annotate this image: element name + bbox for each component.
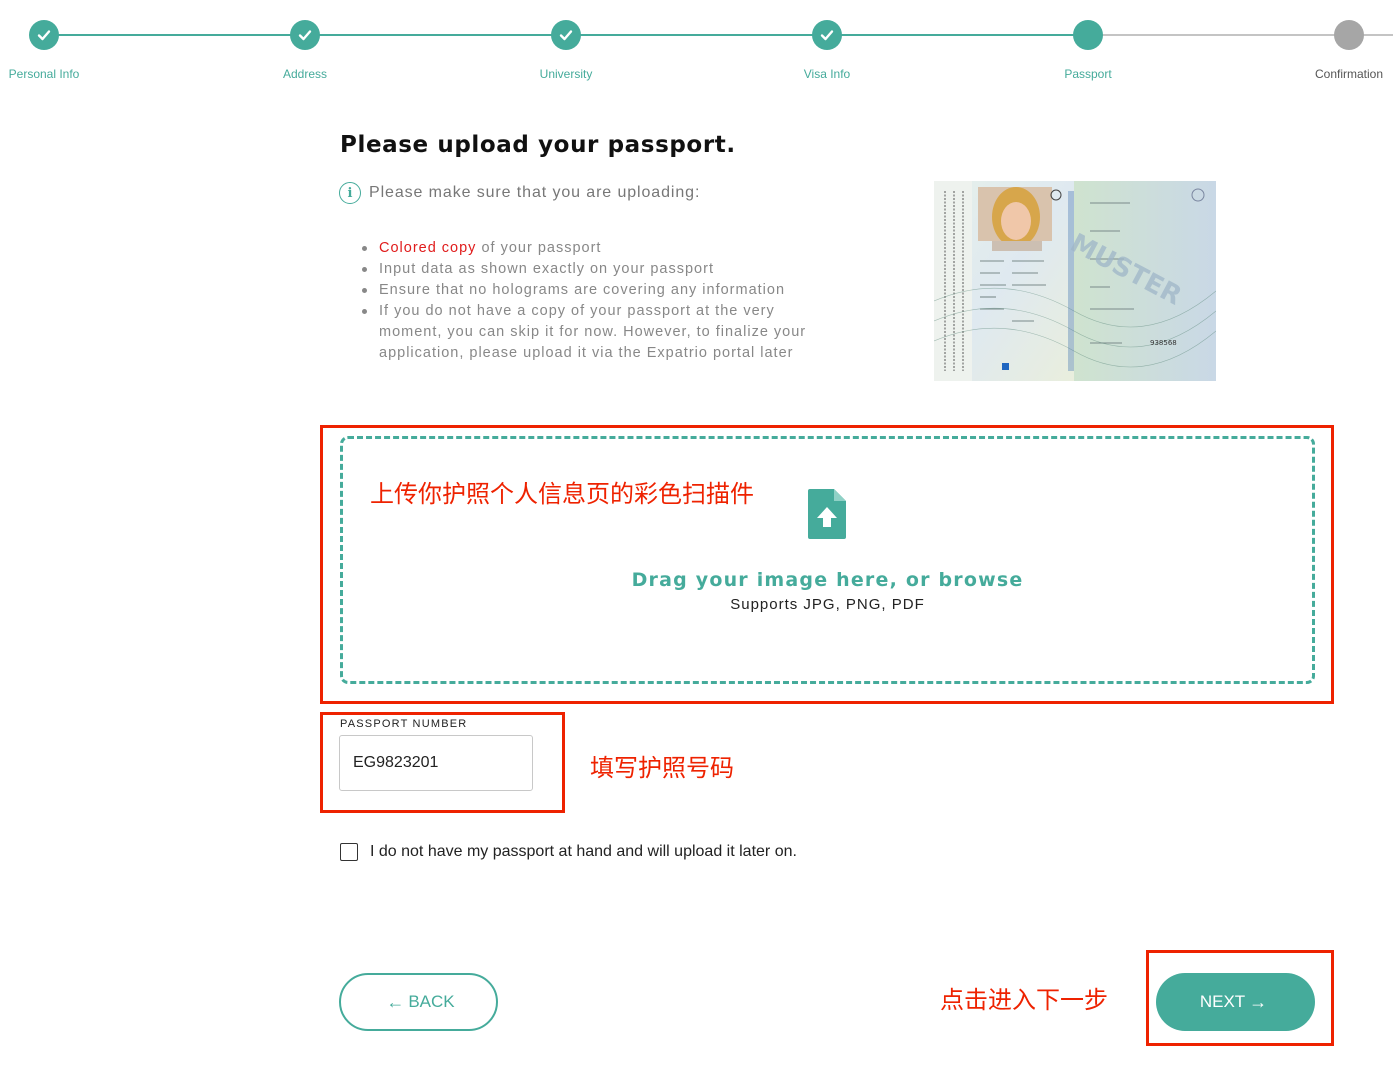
step-visa-info[interactable]: Visa Info (767, 20, 887, 81)
sample-number-text: 938568 (1150, 339, 1177, 347)
passport-later-checkbox[interactable] (340, 843, 358, 861)
instructions-list: Colored copy of your passport Input data… (359, 238, 829, 364)
instructions-intro: i Please make sure that you are uploadin… (339, 182, 700, 204)
step-university[interactable]: University (506, 20, 626, 81)
step-label: Passport (1064, 67, 1112, 81)
step-label: University (539, 67, 593, 81)
arrow-left-icon: ← (386, 991, 405, 1012)
instructions-text: Please make sure that you are uploading: (369, 184, 701, 201)
next-button-label: NEXT (1199, 992, 1246, 1011)
step-confirmation[interactable]: Confirmation (1289, 20, 1393, 81)
list-item-text: of your passport (476, 240, 602, 256)
upload-supported-formats: Supports JPG, PNG, PDF (730, 596, 925, 613)
check-icon (290, 20, 320, 50)
annotation-upload-note: 上传你护照个人信息页的彩色扫描件 (370, 480, 754, 508)
passport-sample-image: MUSTER 938568 (934, 181, 1216, 381)
next-button[interactable]: NEXT → (1156, 973, 1315, 1031)
current-step-indicator (1073, 20, 1103, 50)
list-item: Input data as shown exactly on your pass… (359, 259, 829, 280)
progress-stepper: Personal Info Address University Visa In… (0, 0, 1393, 100)
step-label: Confirmation (1314, 67, 1384, 81)
list-item: Colored copy of your passport (359, 238, 829, 259)
step-passport[interactable]: Passport (1028, 20, 1148, 81)
info-icon: i (339, 182, 361, 204)
list-item: Ensure that no holograms are covering an… (359, 280, 829, 301)
list-item-text: Ensure that no holograms are covering an… (379, 282, 786, 298)
step-label: Visa Info (803, 67, 851, 81)
page-title: Please upload your passport. (340, 132, 736, 158)
passport-number-input[interactable] (339, 735, 533, 791)
step-label: Address (282, 67, 328, 81)
annotation-next-note: 点击进入下一步 (940, 986, 1108, 1014)
list-item-text: Input data as shown exactly on your pass… (379, 261, 714, 277)
back-button[interactable]: ← BACK (339, 973, 498, 1031)
highlight-text: Colored copy (379, 240, 477, 256)
check-icon (812, 20, 842, 50)
annotation-number-note: 填写护照号码 (590, 754, 734, 782)
list-item: If you do not have a copy of your passpo… (359, 301, 829, 364)
step-label: Personal Info (8, 67, 80, 81)
passport-later-label[interactable]: I do not have my passport at hand and wi… (370, 843, 797, 861)
step-address[interactable]: Address (245, 20, 365, 81)
check-icon (551, 20, 581, 50)
upload-browse-link[interactable]: Drag your image here, or browse (340, 569, 1315, 591)
step-personal-info[interactable]: Personal Info (0, 20, 104, 81)
file-upload-icon[interactable] (808, 489, 846, 539)
back-button-label: BACK (408, 992, 455, 1011)
pending-step-indicator (1334, 20, 1364, 50)
arrow-right-icon: → (1249, 991, 1268, 1012)
check-icon (29, 20, 59, 50)
passport-number-label: PASSPORT NUMBER (340, 718, 468, 730)
list-item-text: If you do not have a copy of your passpo… (379, 303, 807, 361)
